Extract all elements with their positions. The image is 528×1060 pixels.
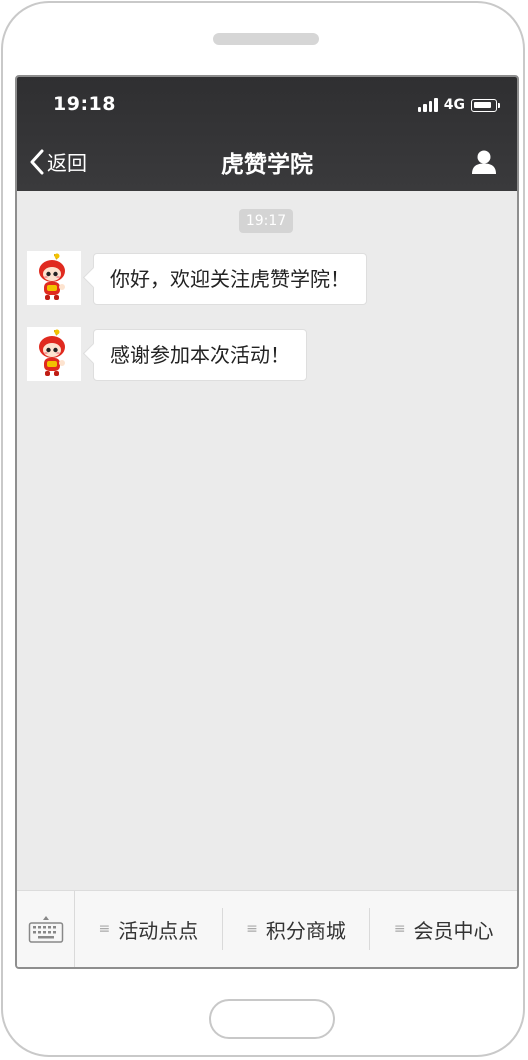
home-button[interactable] <box>209 999 335 1039</box>
menu-lines-icon: ≡ <box>98 921 111 937</box>
menu-lines-icon: ≡ <box>246 921 258 937</box>
mascot-icon <box>39 253 65 300</box>
signal-icon <box>417 98 438 112</box>
message-bubble[interactable]: 感谢参加本次活动！ <box>93 329 307 381</box>
menu-item-label: 会员中心 <box>413 918 494 943</box>
network-type: 4G <box>443 97 465 113</box>
chat-message: 感谢参加本次活动！ <box>27 327 307 381</box>
menu-item-points-mall[interactable]: ≡ 积分商城 <box>223 908 371 950</box>
chat-message: 你好，欢迎关注虎赞学院！ <box>27 251 367 305</box>
menu-item-member-center[interactable]: ≡ 会员中心 <box>370 908 517 950</box>
keyboard-toggle-button[interactable] <box>17 891 75 967</box>
battery-icon <box>471 98 500 112</box>
profile-button[interactable] <box>471 149 497 175</box>
keyboard-icon <box>28 916 63 943</box>
screen: 19:18 4G 返回 虎赞学院 19:17 你好，欢迎关注虎赞学院！ 感谢参加… <box>15 75 519 969</box>
phone-speaker <box>213 33 319 45</box>
menu-lines-icon: ≡ <box>393 921 406 937</box>
person-icon <box>472 150 496 174</box>
bottom-menu-bar: ≡ 活动点点 ≡ 积分商城 ≡ 会员中心 <box>17 890 517 967</box>
message-bubble[interactable]: 你好，欢迎关注虎赞学院！ <box>93 253 367 305</box>
avatar[interactable] <box>27 251 81 305</box>
page-title: 虎赞学院 <box>221 152 313 178</box>
status-indicators: 4G <box>417 97 500 113</box>
menu-item-activities[interactable]: ≡ 活动点点 <box>75 908 223 950</box>
message-timestamp: 19:17 <box>239 209 293 233</box>
menu-item-label: 积分商城 <box>265 918 346 943</box>
status-time: 19:18 <box>53 93 116 115</box>
top-bar: 19:18 4G 返回 虎赞学院 <box>17 77 517 191</box>
avatar[interactable] <box>27 327 81 381</box>
chat-area: 19:17 你好，欢迎关注虎赞学院！ 感谢参加本次活动！ <box>17 191 517 891</box>
mascot-icon <box>39 329 65 376</box>
phone-frame: 19:18 4G 返回 虎赞学院 19:17 你好，欢迎关注虎赞学院！ 感谢参加… <box>1 1 525 1057</box>
menu-item-label: 活动点点 <box>118 918 199 943</box>
